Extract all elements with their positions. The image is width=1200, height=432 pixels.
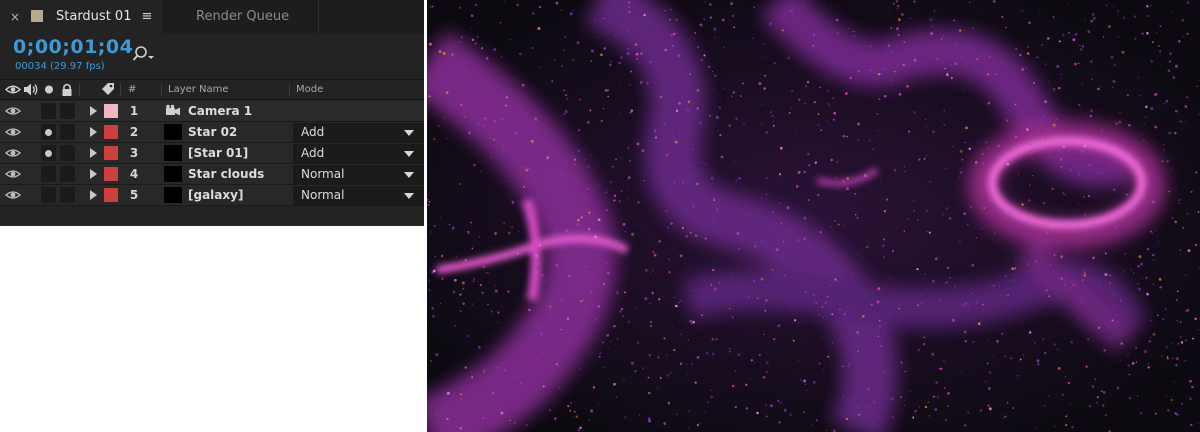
dropdown-arrow-icon xyxy=(404,151,414,157)
layer-number: 2 xyxy=(129,125,139,139)
speaker-icon[interactable] xyxy=(23,82,39,97)
lock-toggle[interactable] xyxy=(60,187,75,203)
label-color-swatch[interactable] xyxy=(104,125,118,139)
blend-mode-dropdown[interactable]: Normal xyxy=(293,165,424,184)
layer-number: 4 xyxy=(129,167,139,181)
visibility-eye-icon[interactable] xyxy=(4,145,22,161)
solid-thumbnail xyxy=(164,166,182,182)
label-color-swatch[interactable] xyxy=(104,167,118,181)
lock-icon[interactable] xyxy=(60,82,74,97)
label-color-swatch[interactable] xyxy=(104,146,118,160)
layer-number: 1 xyxy=(129,104,139,118)
timeline-panel: × Stardust 01 ≡ Render Queue 0;00;01;04 … xyxy=(0,0,424,226)
blend-mode-dropdown[interactable]: Add xyxy=(293,144,424,163)
close-tab-icon[interactable]: × xyxy=(8,9,22,25)
search-icon[interactable] xyxy=(131,44,157,64)
layer-list: 1 Camera 1 2 Star 02 Add 3 [Star 01] Add… xyxy=(0,101,424,206)
layer-row-star-01[interactable]: 3 [Star 01] Add xyxy=(0,143,424,164)
expand-arrow-icon[interactable] xyxy=(90,127,97,137)
lock-toggle[interactable] xyxy=(60,103,75,119)
layer-number: 3 xyxy=(129,146,139,160)
expand-arrow-icon[interactable] xyxy=(90,190,97,200)
layer-name[interactable]: Star 02 xyxy=(188,124,237,140)
blend-mode-value: Normal xyxy=(301,167,345,181)
particle-galaxy-image xyxy=(427,0,1200,432)
solid-thumbnail xyxy=(164,187,182,203)
blend-mode-value: Add xyxy=(301,146,325,160)
solid-thumbnail xyxy=(164,145,182,161)
solo-dot-icon[interactable] xyxy=(45,150,52,157)
tab-render-queue[interactable]: Render Queue xyxy=(163,0,319,34)
expand-arrow-icon[interactable] xyxy=(90,106,97,116)
layer-row-camera-1[interactable]: 1 Camera 1 xyxy=(0,101,424,122)
label-color-swatch[interactable] xyxy=(104,104,118,118)
solo-toggle[interactable] xyxy=(41,187,56,203)
particle-render-preview xyxy=(427,0,1200,432)
layer-row-galaxy[interactable]: 5 [galaxy] Normal xyxy=(0,185,424,206)
layer-name[interactable]: [Star 01] xyxy=(188,145,248,161)
lock-toggle[interactable] xyxy=(60,124,75,140)
layer-row-star-clouds[interactable]: 4 Star clouds Normal xyxy=(0,164,424,185)
tab-stardust-01[interactable]: × Stardust 01 ≡ xyxy=(0,0,163,34)
visibility-eye-icon[interactable] xyxy=(4,124,22,140)
blend-mode-value: Normal xyxy=(301,188,345,202)
column-divider xyxy=(120,83,121,96)
layer-number: 5 xyxy=(129,188,139,202)
tab-label: Render Queue xyxy=(196,9,290,24)
layer-name[interactable]: Star clouds xyxy=(188,166,264,182)
label-tag-icon[interactable] xyxy=(100,82,116,97)
lock-toggle[interactable] xyxy=(60,145,75,161)
dropdown-arrow-icon xyxy=(404,130,414,136)
solo-toggle[interactable] xyxy=(41,166,56,182)
mode-column-header[interactable]: Mode xyxy=(296,83,323,96)
solid-thumbnail xyxy=(164,124,182,140)
blend-mode-value: Add xyxy=(301,125,325,139)
visibility-eye-icon[interactable] xyxy=(4,187,22,203)
solo-dot-icon[interactable] xyxy=(45,129,52,136)
expand-arrow-icon[interactable] xyxy=(90,148,97,158)
camera-icon xyxy=(166,104,180,116)
label-color-swatch[interactable] xyxy=(104,188,118,202)
frame-count: 00034 (29.97 fps) xyxy=(15,61,105,72)
layer-name[interactable]: [galaxy] xyxy=(188,187,243,203)
layer-name[interactable]: Camera 1 xyxy=(188,103,252,119)
column-divider xyxy=(289,83,290,96)
visibility-eye-icon[interactable] xyxy=(4,103,22,119)
visibility-eye-icon[interactable] xyxy=(4,166,22,182)
blend-mode-dropdown[interactable]: Add xyxy=(293,123,424,142)
panel-tab-bar: × Stardust 01 ≡ Render Queue xyxy=(0,0,424,34)
expand-arrow-icon[interactable] xyxy=(90,169,97,179)
current-timecode[interactable]: 0;00;01;04 xyxy=(13,36,133,58)
blend-mode-dropdown[interactable]: Normal xyxy=(293,186,424,205)
solo-toggle[interactable] xyxy=(41,103,56,119)
comp-color-swatch xyxy=(31,10,43,22)
layer-name-column-header[interactable]: Layer Name xyxy=(168,83,229,96)
column-divider xyxy=(79,83,80,96)
solo-dot-icon[interactable] xyxy=(43,82,55,97)
tab-label: Stardust 01 xyxy=(56,9,132,24)
column-divider xyxy=(161,83,162,96)
layer-column-header: # Layer Name Mode xyxy=(0,79,424,100)
dropdown-arrow-icon xyxy=(404,172,414,178)
panel-menu-icon[interactable]: ≡ xyxy=(140,8,154,26)
number-column-header[interactable]: # xyxy=(128,83,136,96)
layer-row-star-02[interactable]: 2 Star 02 Add xyxy=(0,122,424,143)
eye-icon[interactable] xyxy=(5,82,21,97)
dropdown-arrow-icon xyxy=(404,193,414,199)
lock-toggle[interactable] xyxy=(60,166,75,182)
